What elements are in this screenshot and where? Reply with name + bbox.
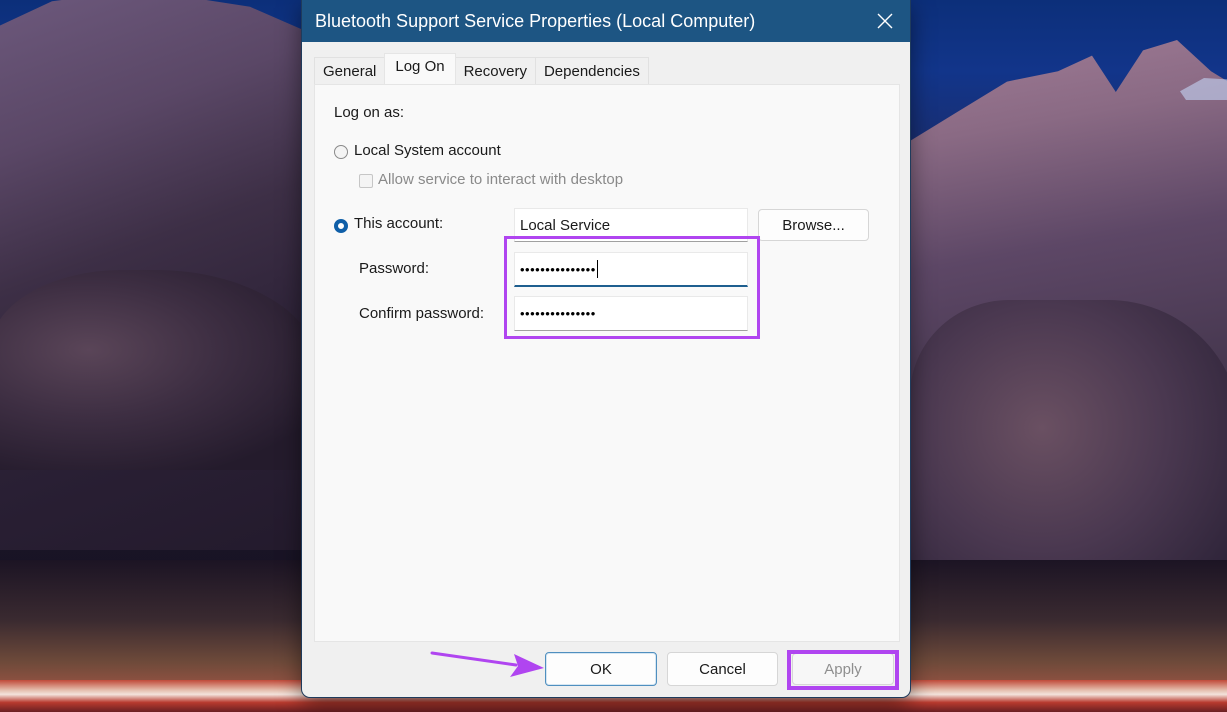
confirm-password-input[interactable]: ••••••••••••••• <box>514 296 748 331</box>
close-icon <box>877 13 893 29</box>
tab-dependencies[interactable]: Dependencies <box>534 57 649 84</box>
local-system-radio[interactable] <box>334 145 348 159</box>
service-properties-dialog: Bluetooth Support Service Properties (Lo… <box>302 0 910 697</box>
text-caret <box>596 260 599 278</box>
account-input[interactable]: Local Service <box>514 208 748 242</box>
browse-button[interactable]: Browse... <box>758 209 869 241</box>
tab-log-on[interactable]: Log On <box>384 53 456 84</box>
this-account-label[interactable]: This account: <box>354 215 443 232</box>
ok-button[interactable]: OK <box>545 652 657 686</box>
tab-general[interactable]: General <box>314 57 386 84</box>
confirm-password-value: ••••••••••••••• <box>520 306 596 321</box>
confirm-password-label: Confirm password: <box>359 305 485 322</box>
tab-strip: General Log On Recovery Dependencies <box>314 53 649 84</box>
interact-desktop-label: Allow service to interact with desktop <box>378 171 624 188</box>
interact-desktop-checkbox[interactable] <box>359 174 373 188</box>
password-value: ••••••••••••••• <box>520 261 596 277</box>
local-system-label[interactable]: Local System account <box>354 142 501 159</box>
password-label: Password: <box>359 260 430 277</box>
close-button[interactable] <box>860 0 910 42</box>
log-on-panel <box>314 84 900 642</box>
password-input[interactable]: ••••••••••••••• <box>514 252 748 287</box>
dialog-title: Bluetooth Support Service Properties (Lo… <box>315 10 756 31</box>
this-account-radio[interactable] <box>334 219 348 233</box>
apply-button[interactable]: Apply <box>792 653 894 685</box>
wallpaper-rocks-left <box>0 270 320 470</box>
account-value: Local Service <box>520 216 611 234</box>
cancel-button[interactable]: Cancel <box>667 652 778 686</box>
title-bar[interactable]: Bluetooth Support Service Properties (Lo… <box>302 0 910 42</box>
log-on-as-heading: Log on as: <box>334 104 405 121</box>
tab-recovery[interactable]: Recovery <box>454 57 536 84</box>
